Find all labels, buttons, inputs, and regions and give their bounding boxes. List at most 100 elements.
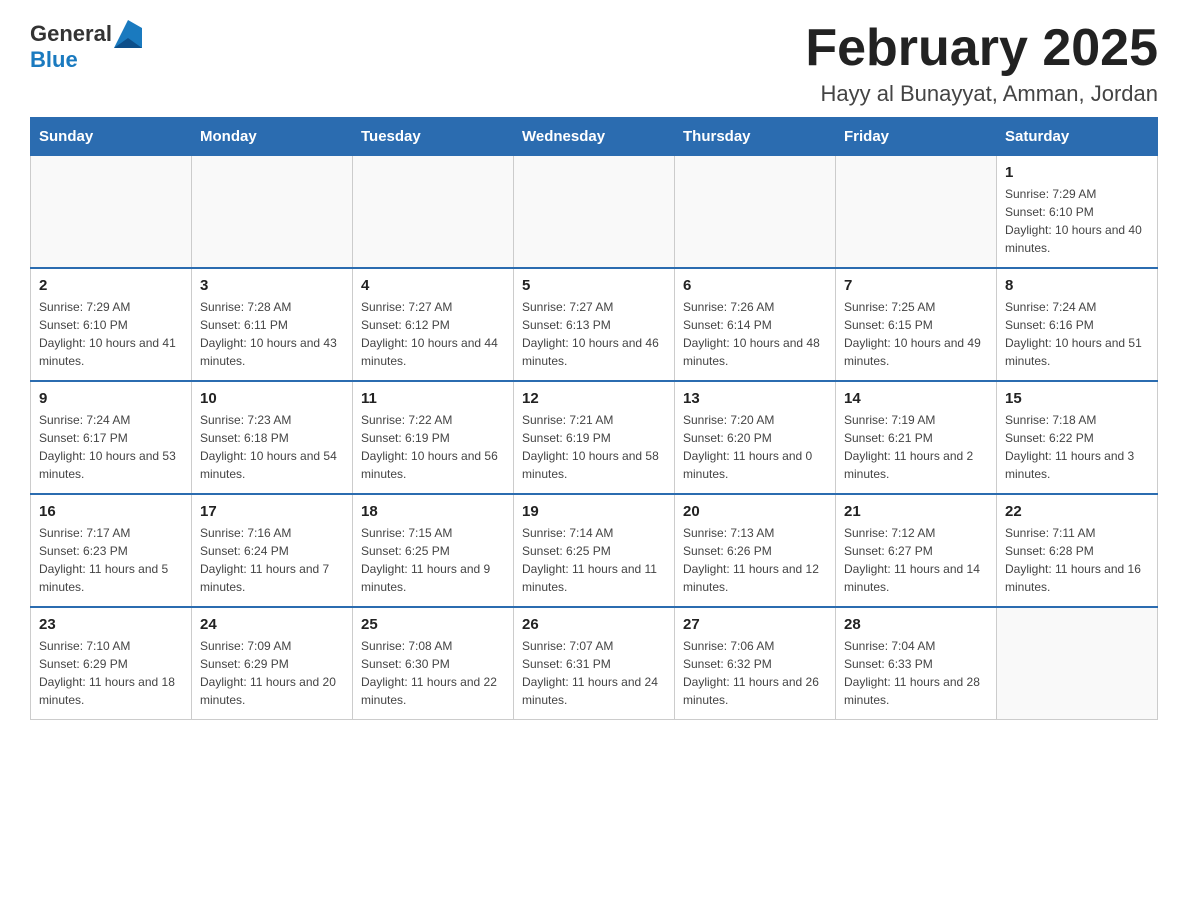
day-number: 14: [844, 390, 988, 407]
day-number: 27: [683, 616, 827, 633]
calendar-cell: 7Sunrise: 7:25 AM Sunset: 6:15 PM Daylig…: [836, 268, 997, 381]
calendar-header-row: SundayMondayTuesdayWednesdayThursdayFrid…: [31, 118, 1158, 156]
calendar-week-row: 16 Sunrise: 7:17 AM Sunset: 6:23 PM Dayli…: [31, 494, 1158, 607]
day-info: Sunrise: 7:22 AM Sunset: 6:19 PM Dayligh…: [361, 411, 505, 483]
day-info: Sunrise: 7:23 AM Sunset: 6:18 PM Dayligh…: [200, 411, 344, 483]
calendar-cell: 19 Sunrise: 7:14 AM Sunset: 6:25 PM Dayli…: [514, 494, 675, 607]
calendar-cell: 9 Sunrise: 7:24 AM Sunset: 6:17 PM Daylig…: [31, 381, 192, 494]
col-header-thursday: Thursday: [675, 118, 836, 156]
day-info: Sunrise: 7:20 AM Sunset: 6:20 PM Dayligh…: [683, 411, 827, 483]
day-number: 15: [1005, 390, 1149, 407]
day-number: 26: [522, 616, 666, 633]
calendar-cell: 24 Sunrise: 7:09 AM Sunset: 6:29 PM Dayli…: [192, 607, 353, 720]
calendar-cell: 5 Sunrise: 7:27 AM Sunset: 6:13 PM Daylig…: [514, 268, 675, 381]
day-info: Sunrise: 7:07 AM Sunset: 6:31 PM Dayligh…: [522, 637, 666, 709]
day-number: 6: [683, 277, 827, 294]
calendar-cell: 4 Sunrise: 7:27 AM Sunset: 6:12 PM Daylig…: [353, 268, 514, 381]
day-number: 28: [844, 616, 988, 633]
day-info: Sunrise: 7:19 AM Sunset: 6:21 PM Dayligh…: [844, 411, 988, 483]
calendar-week-row: 1 Sunrise: 7:29 AM Sunset: 6:10 PM Daylig…: [31, 156, 1158, 269]
calendar-cell: 10 Sunrise: 7:23 AM Sunset: 6:18 PM Dayli…: [192, 381, 353, 494]
calendar-cell: [675, 156, 836, 269]
day-info: Sunrise: 7:13 AM Sunset: 6:26 PM Dayligh…: [683, 524, 827, 596]
day-number: 22: [1005, 503, 1149, 520]
col-header-tuesday: Tuesday: [353, 118, 514, 156]
day-number: 2: [39, 277, 183, 294]
calendar-cell: [997, 607, 1158, 720]
day-info: Sunrise: 7:26 AM Sunset: 6:14 PM Dayligh…: [683, 298, 827, 370]
day-info: Sunrise: 7:24 AM Sunset: 6:16 PM Dayligh…: [1005, 298, 1149, 370]
calendar-cell: 22 Sunrise: 7:11 AM Sunset: 6:28 PM Dayli…: [997, 494, 1158, 607]
day-number: 4: [361, 277, 505, 294]
day-number: 18: [361, 503, 505, 520]
calendar-cell: 11 Sunrise: 7:22 AM Sunset: 6:19 PM Dayli…: [353, 381, 514, 494]
logo: General Blue: [30, 20, 142, 72]
day-info: Sunrise: 7:16 AM Sunset: 6:24 PM Dayligh…: [200, 524, 344, 596]
day-info: Sunrise: 7:12 AM Sunset: 6:27 PM Dayligh…: [844, 524, 988, 596]
calendar-cell: [353, 156, 514, 269]
day-number: 11: [361, 390, 505, 407]
day-info: Sunrise: 7:28 AM Sunset: 6:11 PM Dayligh…: [200, 298, 344, 370]
calendar-table: SundayMondayTuesdayWednesdayThursdayFrid…: [30, 117, 1158, 720]
day-number: 12: [522, 390, 666, 407]
calendar-cell: 21 Sunrise: 7:12 AM Sunset: 6:27 PM Dayli…: [836, 494, 997, 607]
day-number: 16: [39, 503, 183, 520]
calendar-cell: 17 Sunrise: 7:16 AM Sunset: 6:24 PM Dayli…: [192, 494, 353, 607]
calendar-cell: 18 Sunrise: 7:15 AM Sunset: 6:25 PM Dayli…: [353, 494, 514, 607]
calendar-cell: [192, 156, 353, 269]
day-number: 23: [39, 616, 183, 633]
day-number: 13: [683, 390, 827, 407]
col-header-sunday: Sunday: [31, 118, 192, 156]
calendar-cell: 28 Sunrise: 7:04 AM Sunset: 6:33 PM Dayli…: [836, 607, 997, 720]
calendar-cell: 12Sunrise: 7:21 AM Sunset: 6:19 PM Dayli…: [514, 381, 675, 494]
day-number: 7: [844, 277, 988, 294]
calendar-cell: 25 Sunrise: 7:08 AM Sunset: 6:30 PM Dayli…: [353, 607, 514, 720]
calendar-week-row: 23 Sunrise: 7:10 AM Sunset: 6:29 PM Dayli…: [31, 607, 1158, 720]
calendar-cell: 23 Sunrise: 7:10 AM Sunset: 6:29 PM Dayli…: [31, 607, 192, 720]
day-info: Sunrise: 7:09 AM Sunset: 6:29 PM Dayligh…: [200, 637, 344, 709]
day-number: 21: [844, 503, 988, 520]
logo-icon: [114, 20, 142, 48]
location-subtitle: Hayy al Bunayyat, Amman, Jordan: [805, 81, 1158, 107]
day-number: 5: [522, 277, 666, 294]
calendar-cell: 2 Sunrise: 7:29 AM Sunset: 6:10 PM Daylig…: [31, 268, 192, 381]
day-number: 19: [522, 503, 666, 520]
calendar-cell: 8Sunrise: 7:24 AM Sunset: 6:16 PM Daylig…: [997, 268, 1158, 381]
day-info: Sunrise: 7:27 AM Sunset: 6:13 PM Dayligh…: [522, 298, 666, 370]
month-title: February 2025: [805, 20, 1158, 77]
day-info: Sunrise: 7:11 AM Sunset: 6:28 PM Dayligh…: [1005, 524, 1149, 596]
day-number: 10: [200, 390, 344, 407]
day-number: 1: [1005, 164, 1149, 181]
calendar-cell: 26 Sunrise: 7:07 AM Sunset: 6:31 PM Dayli…: [514, 607, 675, 720]
day-number: 9: [39, 390, 183, 407]
day-info: Sunrise: 7:17 AM Sunset: 6:23 PM Dayligh…: [39, 524, 183, 596]
calendar-cell: 16 Sunrise: 7:17 AM Sunset: 6:23 PM Dayli…: [31, 494, 192, 607]
calendar-cell: 27 Sunrise: 7:06 AM Sunset: 6:32 PM Dayli…: [675, 607, 836, 720]
day-info: Sunrise: 7:29 AM Sunset: 6:10 PM Dayligh…: [1005, 185, 1149, 257]
day-number: 3: [200, 277, 344, 294]
day-number: 25: [361, 616, 505, 633]
col-header-monday: Monday: [192, 118, 353, 156]
day-number: 24: [200, 616, 344, 633]
day-info: Sunrise: 7:06 AM Sunset: 6:32 PM Dayligh…: [683, 637, 827, 709]
day-info: Sunrise: 7:14 AM Sunset: 6:25 PM Dayligh…: [522, 524, 666, 596]
calendar-cell: 14 Sunrise: 7:19 AM Sunset: 6:21 PM Dayli…: [836, 381, 997, 494]
calendar-cell: 13 Sunrise: 7:20 AM Sunset: 6:20 PM Dayli…: [675, 381, 836, 494]
calendar-cell: [31, 156, 192, 269]
day-info: Sunrise: 7:15 AM Sunset: 6:25 PM Dayligh…: [361, 524, 505, 596]
calendar-cell: [836, 156, 997, 269]
calendar-cell: 1 Sunrise: 7:29 AM Sunset: 6:10 PM Daylig…: [997, 156, 1158, 269]
calendar-cell: 6 Sunrise: 7:26 AM Sunset: 6:14 PM Daylig…: [675, 268, 836, 381]
day-info: Sunrise: 7:10 AM Sunset: 6:29 PM Dayligh…: [39, 637, 183, 709]
day-info: Sunrise: 7:27 AM Sunset: 6:12 PM Dayligh…: [361, 298, 505, 370]
day-info: Sunrise: 7:08 AM Sunset: 6:30 PM Dayligh…: [361, 637, 505, 709]
day-number: 20: [683, 503, 827, 520]
calendar-cell: 3 Sunrise: 7:28 AM Sunset: 6:11 PM Daylig…: [192, 268, 353, 381]
day-info: Sunrise: 7:29 AM Sunset: 6:10 PM Dayligh…: [39, 298, 183, 370]
logo-text: General Blue: [30, 20, 142, 72]
day-info: Sunrise: 7:24 AM Sunset: 6:17 PM Dayligh…: [39, 411, 183, 483]
day-info: Sunrise: 7:04 AM Sunset: 6:33 PM Dayligh…: [844, 637, 988, 709]
page-header: General Blue February 2025 Hayy al Bunay…: [30, 20, 1158, 107]
calendar-week-row: 9 Sunrise: 7:24 AM Sunset: 6:17 PM Daylig…: [31, 381, 1158, 494]
day-number: 17: [200, 503, 344, 520]
